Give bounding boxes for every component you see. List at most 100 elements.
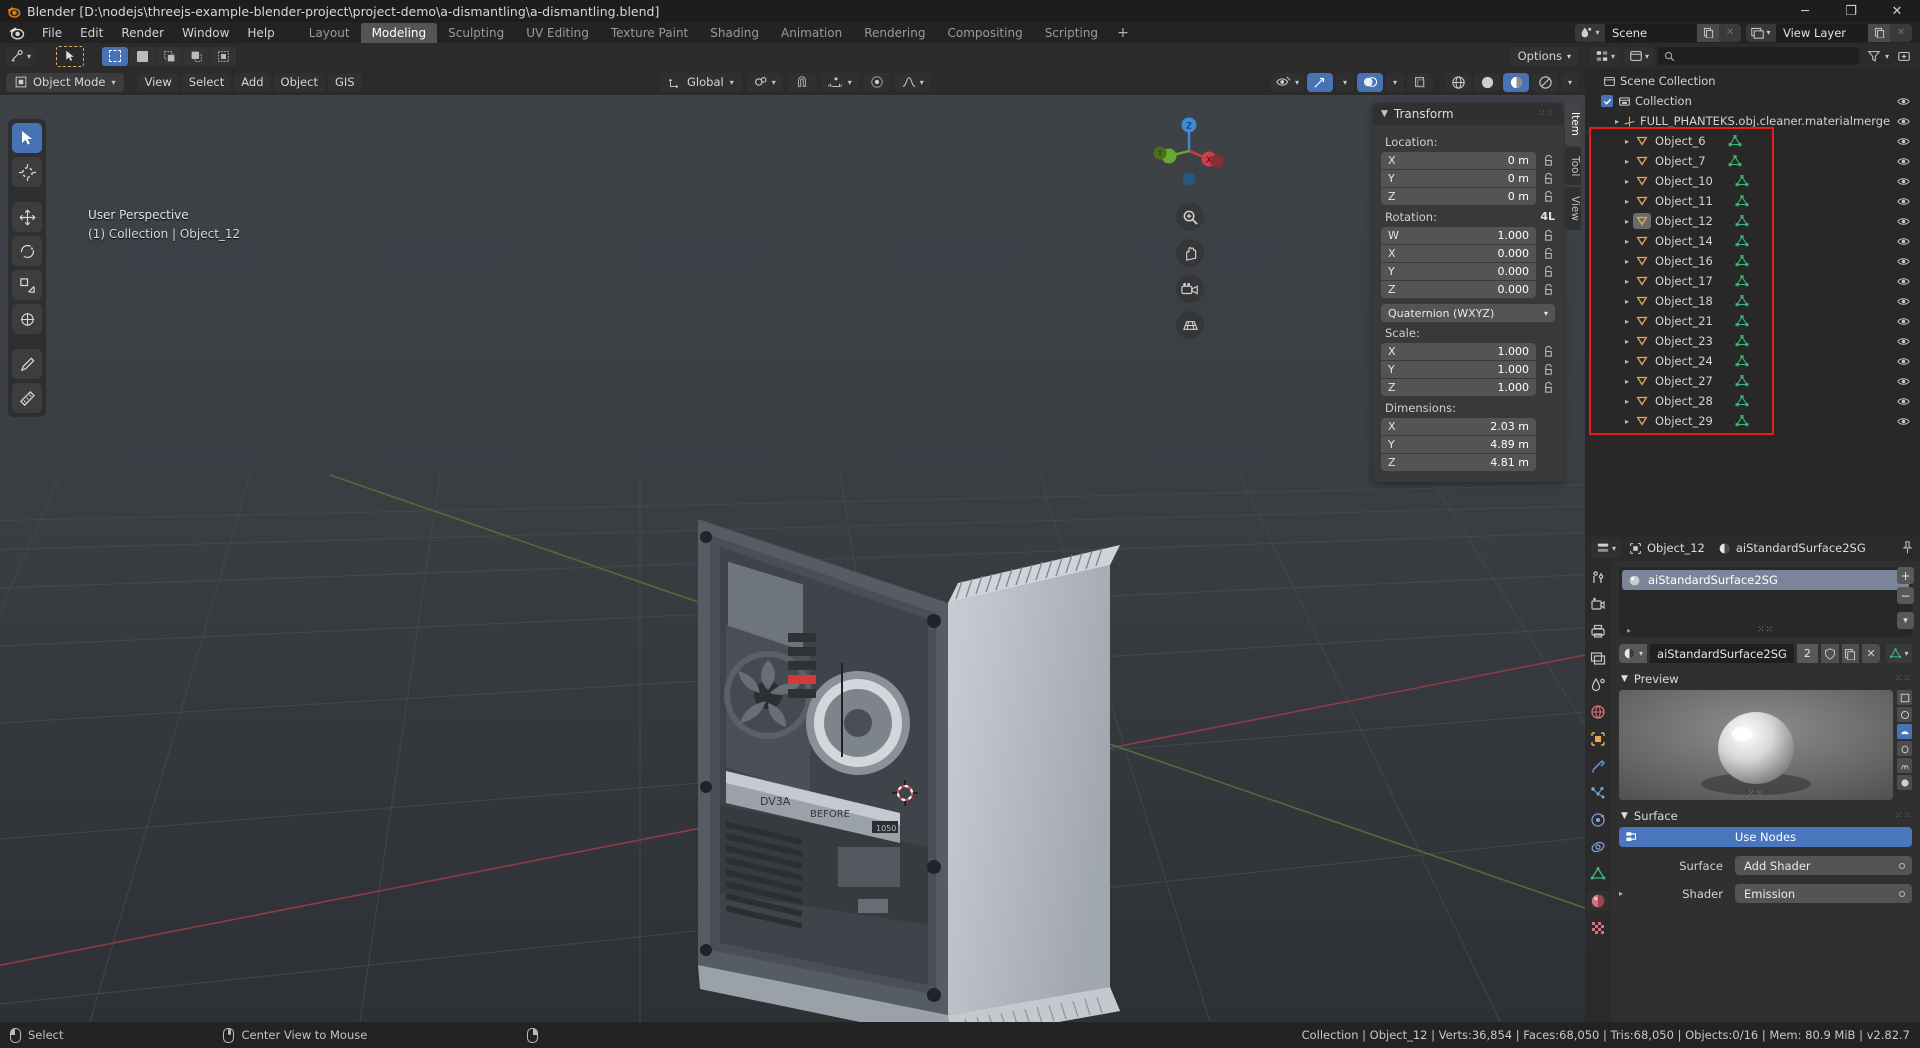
preview-cloth-button[interactable] — [1897, 724, 1912, 739]
eye-icon[interactable] — [1897, 395, 1910, 408]
tab-view-layer[interactable] — [1587, 648, 1609, 668]
lock-icon[interactable] — [1542, 265, 1555, 278]
material-link-selector[interactable]: ▾ — [1885, 644, 1912, 663]
disclosure-icon[interactable]: ▸ — [1621, 197, 1633, 206]
properties-editor-type-icon[interactable]: ▾ — [1591, 538, 1621, 558]
eye-icon[interactable] — [1897, 155, 1910, 168]
menu-file[interactable]: File — [33, 23, 71, 43]
disclosure-icon[interactable]: ▸ — [1621, 397, 1633, 406]
disclosure-icon[interactable]: ▸ — [1621, 337, 1633, 346]
pin-icon[interactable] — [1901, 541, 1914, 555]
eye-icon[interactable] — [1897, 355, 1910, 368]
browse-material-button[interactable]: ▾ — [1619, 644, 1648, 663]
eye-icon[interactable] — [1897, 335, 1910, 348]
proportional-editing-toggle[interactable] — [863, 72, 890, 92]
remove-material-slot-button[interactable]: − — [1897, 587, 1914, 604]
lock-icon[interactable] — [1542, 283, 1555, 296]
transform-panel-header[interactable]: ▼ Transform ⁙⁙ — [1373, 103, 1563, 125]
close-button[interactable]: ✕ — [1874, 0, 1920, 22]
outliner-row-object[interactable]: ▸ Object_7 — [1585, 151, 1920, 171]
outliner-new-collection-button[interactable] — [1893, 47, 1915, 66]
rotation-mode-dropdown[interactable]: Quaternion (WXYZ) ▾ — [1381, 304, 1555, 322]
sidebar-tab-view[interactable]: View — [1565, 187, 1581, 231]
transform-orientation-selector[interactable]: Global ▾ — [660, 72, 742, 92]
mesh-data-icon[interactable] — [1735, 254, 1749, 268]
tab-output[interactable] — [1587, 621, 1609, 641]
tool-measure[interactable] — [12, 383, 42, 413]
disclosure-icon[interactable]: ▸ — [1621, 357, 1633, 366]
pc-case-model[interactable]: DV3A BEFORE 1050 — [690, 495, 1160, 1022]
disclosure-icon[interactable]: ▸ — [1621, 157, 1633, 166]
new-scene-button[interactable] — [1697, 23, 1719, 42]
tab-texture[interactable] — [1587, 918, 1609, 938]
outliner-editor-type-icon[interactable]: ▾ — [1590, 46, 1620, 66]
shading-options-dropdown[interactable]: ▾ — [1561, 72, 1579, 92]
menu-render[interactable]: Render — [112, 23, 173, 43]
material-preview[interactable]: ⁙⁙ — [1619, 690, 1893, 800]
tab-particles[interactable] — [1587, 783, 1609, 803]
shading-material-preview-button[interactable] — [1503, 72, 1529, 92]
move-view-button[interactable] — [1176, 239, 1204, 267]
disclosure-icon[interactable]: ▸ — [1611, 117, 1623, 126]
mesh-data-icon[interactable] — [1735, 374, 1749, 388]
material-slot-row[interactable]: aiStandardSurface2SG — [1622, 570, 1909, 590]
mesh-data-icon[interactable] — [1735, 274, 1749, 288]
eye-icon[interactable] — [1897, 115, 1910, 128]
select-subtract-button[interactable] — [156, 46, 182, 66]
zoom-view-button[interactable] — [1176, 203, 1204, 231]
tool-settings-editor-icon[interactable]: ▾ — [6, 46, 36, 66]
grip-icon[interactable]: ⁙⁙ — [1757, 625, 1774, 635]
outliner-display-mode[interactable]: ▾ — [1624, 46, 1654, 66]
mesh-data-icon[interactable] — [1735, 294, 1749, 308]
eye-icon[interactable] — [1897, 95, 1910, 108]
fake-user-button[interactable] — [1820, 644, 1839, 663]
eye-icon[interactable] — [1897, 415, 1910, 428]
dimensions-y-field[interactable]: Y 4.89 m — [1381, 436, 1536, 453]
lock-icon[interactable] — [1542, 172, 1555, 185]
material-slot-menu-button[interactable]: ▾ — [1897, 612, 1914, 629]
tab-world[interactable] — [1587, 702, 1609, 722]
preview-section-header[interactable]: ▼ Preview ⁙⁙ — [1621, 672, 1912, 686]
lock-icon[interactable] — [1542, 190, 1555, 203]
options-button[interactable]: Options ▾ — [1509, 46, 1579, 66]
tab-object[interactable] — [1587, 729, 1609, 749]
material-users-count[interactable]: 2 — [1796, 644, 1818, 663]
overlays-options-dropdown[interactable]: ▾ — [1386, 72, 1404, 92]
outliner-row-object[interactable]: ▸ Object_17 — [1585, 271, 1920, 291]
location-z-field[interactable]: Z 0 m — [1381, 188, 1536, 205]
eye-icon[interactable] — [1897, 195, 1910, 208]
tab-tool[interactable] — [1587, 567, 1609, 587]
eye-icon[interactable] — [1897, 375, 1910, 388]
scale-x-field[interactable]: X 1.000 — [1381, 343, 1536, 360]
scale-y-field[interactable]: Y 1.000 — [1381, 361, 1536, 378]
new-material-button[interactable] — [1841, 644, 1860, 663]
shading-solid-button[interactable] — [1474, 72, 1500, 92]
menu-help[interactable]: Help — [238, 23, 283, 43]
tool-rotate[interactable] — [12, 236, 42, 266]
use-nodes-button[interactable]: Use Nodes — [1619, 827, 1912, 847]
mesh-data-icon[interactable] — [1735, 354, 1749, 368]
tab-object-data[interactable] — [1587, 864, 1609, 884]
workspace-tab-animation[interactable]: Animation — [770, 23, 853, 43]
outliner-row-object[interactable]: ▸ Object_6 — [1585, 131, 1920, 151]
outliner-row-object[interactable]: ▸ Object_10 — [1585, 171, 1920, 191]
preview-grip[interactable]: ⁙⁙ — [1619, 789, 1893, 799]
dimensions-z-field[interactable]: Z 4.81 m — [1381, 454, 1536, 471]
surface-row-value[interactable]: Add Shader — [1735, 856, 1912, 875]
material-name-field[interactable]: aiStandardSurface2SG — [1650, 644, 1794, 663]
disclosure-icon[interactable]: ▸ — [1621, 237, 1633, 246]
tab-render[interactable] — [1587, 594, 1609, 614]
outliner-row-object[interactable]: ▸ Object_28 — [1585, 391, 1920, 411]
scale-z-field[interactable]: Z 1.000 — [1381, 379, 1536, 396]
outliner-row-object[interactable]: ▸ Object_23 — [1585, 331, 1920, 351]
workspace-tab-modeling[interactable]: Modeling — [360, 22, 438, 43]
lock-icon[interactable] — [1542, 154, 1555, 167]
eye-icon[interactable] — [1897, 295, 1910, 308]
outliner-row-object[interactable]: ▸ Object_27 — [1585, 371, 1920, 391]
snap-toggle[interactable] — [787, 72, 816, 92]
overlays-toggle[interactable] — [1357, 72, 1383, 92]
select-set-button[interactable] — [102, 46, 128, 66]
sidebar-tab-tool[interactable]: Tool — [1565, 146, 1581, 186]
gizmo-options-dropdown[interactable]: ▾ — [1336, 72, 1354, 92]
scene-selector[interactable]: ▾ Scene ✕ — [1575, 23, 1741, 42]
